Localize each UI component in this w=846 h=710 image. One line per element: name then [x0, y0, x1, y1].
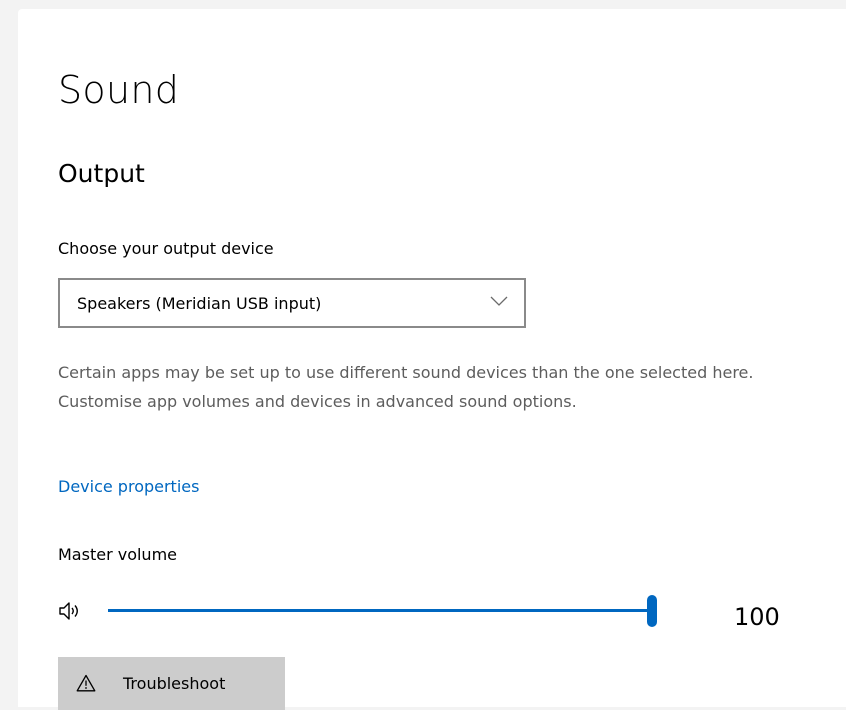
- master-volume-label: Master volume: [58, 545, 177, 564]
- output-device-dropdown[interactable]: Speakers (Meridian USB input): [58, 278, 526, 328]
- troubleshoot-button[interactable]: Troubleshoot: [58, 657, 285, 710]
- chevron-down-icon: [490, 296, 508, 306]
- troubleshoot-label: Troubleshoot: [123, 674, 226, 693]
- settings-panel: Sound Output Choose your output device S…: [18, 9, 846, 710]
- page-title: Sound: [58, 68, 180, 112]
- speaker-icon[interactable]: [58, 600, 82, 622]
- device-properties-link[interactable]: Device properties: [58, 476, 199, 498]
- warning-icon: [76, 674, 96, 692]
- section-title-output: Output: [58, 159, 145, 188]
- slider-fill: [108, 609, 653, 612]
- output-device-label: Choose your output device: [58, 239, 274, 258]
- master-volume-value: 100: [734, 603, 780, 631]
- slider-thumb[interactable]: [647, 595, 657, 627]
- output-description: Certain apps may be set up to use differ…: [58, 363, 754, 411]
- master-volume-slider[interactable]: [108, 595, 657, 627]
- output-device-selected: Speakers (Meridian USB input): [77, 294, 322, 313]
